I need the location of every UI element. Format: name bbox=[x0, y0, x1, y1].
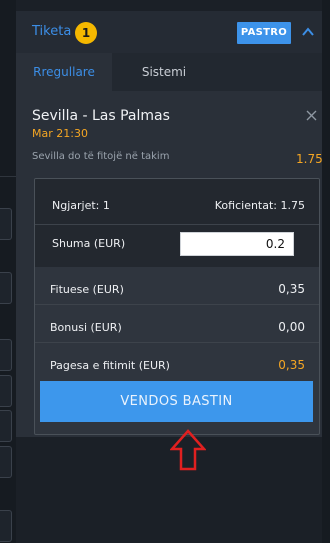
payout-value: 0,35 bbox=[278, 358, 305, 372]
sidebar-edge-tab[interactable] bbox=[0, 446, 12, 478]
clear-button[interactable]: PASTRO bbox=[237, 22, 291, 44]
total-odds: Koficientat: 1.75 bbox=[214, 199, 305, 212]
tab-system[interactable]: Sistemi bbox=[112, 53, 216, 91]
right-edge bbox=[322, 0, 330, 543]
close-icon[interactable] bbox=[306, 110, 317, 121]
bet-type-tabs: Rregullare Sistemi bbox=[16, 53, 322, 91]
stake-box: Ngjarjet: 1 Koficientat: 1.75 Shuma (EUR… bbox=[34, 178, 320, 435]
events-count: Ngjarjet: 1 bbox=[52, 199, 110, 212]
winnings-value: 0,35 bbox=[278, 282, 305, 296]
selection-odds: 1.75 bbox=[296, 152, 323, 166]
bonus-label: Bonusi (EUR) bbox=[50, 321, 122, 334]
selection-market: Sevilla do të fitojë në takim bbox=[32, 151, 170, 162]
divider bbox=[35, 342, 319, 343]
divider bbox=[35, 224, 319, 225]
match-time: Mar 21:30 bbox=[32, 127, 88, 140]
place-bet-button[interactable]: VENDOS BASTIN bbox=[40, 381, 313, 422]
match-title: Sevilla - Las Palmas bbox=[32, 108, 170, 124]
sidebar-edge-tab[interactable] bbox=[0, 375, 12, 407]
bet-slip-panel: Tiketa 1 PASTRO Rregullare Sistemi Sevil… bbox=[16, 11, 323, 437]
left-sidebar-edge bbox=[0, 0, 16, 543]
divider bbox=[0, 176, 16, 177]
stake-input[interactable]: 0.2 bbox=[180, 232, 294, 256]
payout-label: Pagesa e fitimit (EUR) bbox=[50, 359, 170, 372]
stake-label: Shuma (EUR) bbox=[52, 237, 126, 250]
sidebar-edge-tab[interactable] bbox=[0, 208, 12, 240]
sidebar-edge-tab[interactable] bbox=[0, 410, 12, 442]
bet-slip-title: Tiketa bbox=[32, 24, 72, 39]
chevron-up-icon[interactable] bbox=[301, 25, 315, 39]
up-arrow-annotation-icon bbox=[170, 429, 206, 471]
bonus-value: 0,00 bbox=[278, 320, 305, 334]
sidebar-edge-tab[interactable] bbox=[0, 339, 12, 371]
winnings-label: Fituese (EUR) bbox=[50, 283, 124, 296]
selection-count-badge: 1 bbox=[75, 22, 97, 44]
stake-summary: Ngjarjet: 1 Koficientat: 1.75 Shuma (EUR… bbox=[35, 179, 319, 267]
sidebar-edge-tab[interactable] bbox=[0, 510, 12, 542]
divider bbox=[35, 304, 319, 305]
tab-regular[interactable]: Rregullare bbox=[16, 53, 112, 91]
sidebar-edge-tab[interactable] bbox=[0, 272, 12, 304]
bet-slip-header: Tiketa 1 PASTRO bbox=[16, 11, 322, 53]
